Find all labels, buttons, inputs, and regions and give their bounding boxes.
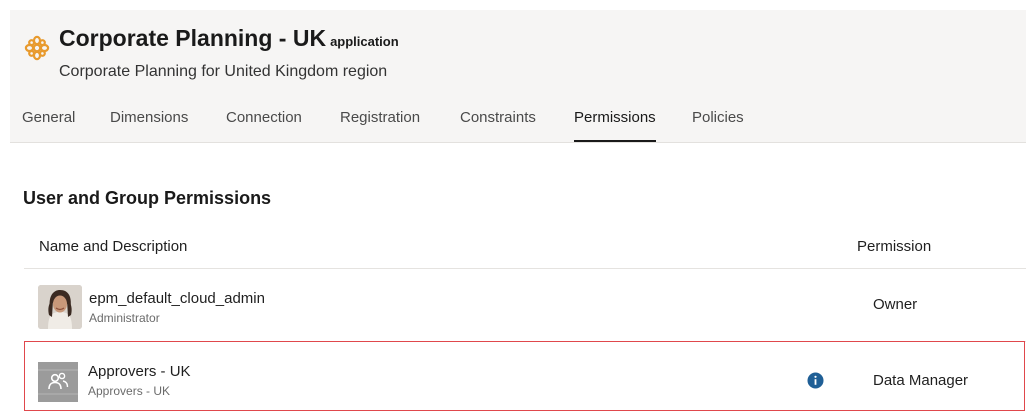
group-avatar (38, 362, 78, 402)
column-header-name: Name and Description (39, 238, 188, 255)
tab-policies[interactable]: Policies (692, 108, 744, 140)
avatar (38, 285, 82, 329)
app-subtitle: Corporate Planning for United Kingdom re… (59, 63, 388, 80)
info-icon[interactable] (807, 372, 824, 389)
app-title-text: Corporate Planning - UK (59, 25, 327, 51)
tab-constraints[interactable]: Constraints (460, 108, 536, 140)
header-divider (10, 142, 1026, 143)
group-icon (38, 362, 78, 402)
row-permission: Data Manager (873, 372, 969, 389)
tab-permissions[interactable]: Permissions (574, 108, 656, 142)
tab-registration[interactable]: Registration (340, 108, 420, 140)
tab-connection[interactable]: Connection (226, 108, 302, 140)
row-permission: Owner (873, 296, 918, 313)
row-name: epm_default_cloud_admin (89, 290, 265, 307)
app-type-label: application (330, 34, 399, 49)
app-icon (24, 35, 50, 61)
user-avatar-photo (38, 285, 82, 329)
app-header: Corporate Planning - UK application Corpo… (10, 10, 1026, 142)
header-row-divider (24, 268, 1026, 269)
row-description: Administrator (89, 311, 160, 325)
row-description: Approvers - UK (88, 384, 171, 398)
tab-general[interactable]: General (22, 108, 75, 140)
section-title: User and Group Permissions (23, 188, 272, 208)
page-title: Corporate Planning - UK application (59, 25, 399, 52)
row-name: Approvers - UK (88, 363, 191, 380)
column-header-permission: Permission (857, 238, 932, 255)
tab-dimensions[interactable]: Dimensions (110, 108, 188, 140)
